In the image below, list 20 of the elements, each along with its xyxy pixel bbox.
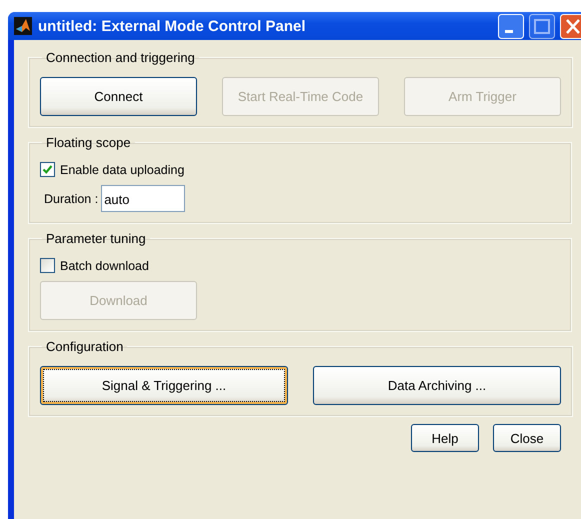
push-button[interactable]: Help (411, 424, 479, 452)
minimize-icon[interactable] (498, 14, 524, 38)
push-button[interactable]: Data Archiving ... (313, 366, 561, 405)
checkbox[interactable] (40, 258, 55, 273)
push-button[interactable]: Connect (40, 77, 197, 116)
checkbox-label[interactable]: Enable data uploading (60, 162, 184, 176)
maximize-icon[interactable] (529, 14, 555, 38)
app-logo-icon (14, 17, 32, 35)
group-title: Parameter tuning (45, 231, 147, 246)
push-button[interactable]: Signal & Triggering ... (40, 366, 288, 405)
window-title: untitled: External Mode Control Panel (38, 18, 307, 34)
checkbox[interactable] (40, 162, 55, 177)
group-title: Configuration (45, 339, 124, 354)
close-icon[interactable] (560, 14, 581, 38)
field-label: Duration : (44, 192, 98, 206)
checkbox-label[interactable]: Batch download (60, 258, 149, 272)
input-field[interactable]: auto (101, 185, 186, 212)
push-button[interactable]: Close (493, 424, 561, 452)
group-title: Floating scope (45, 135, 132, 150)
group-title: Connection and triggering (45, 50, 196, 65)
